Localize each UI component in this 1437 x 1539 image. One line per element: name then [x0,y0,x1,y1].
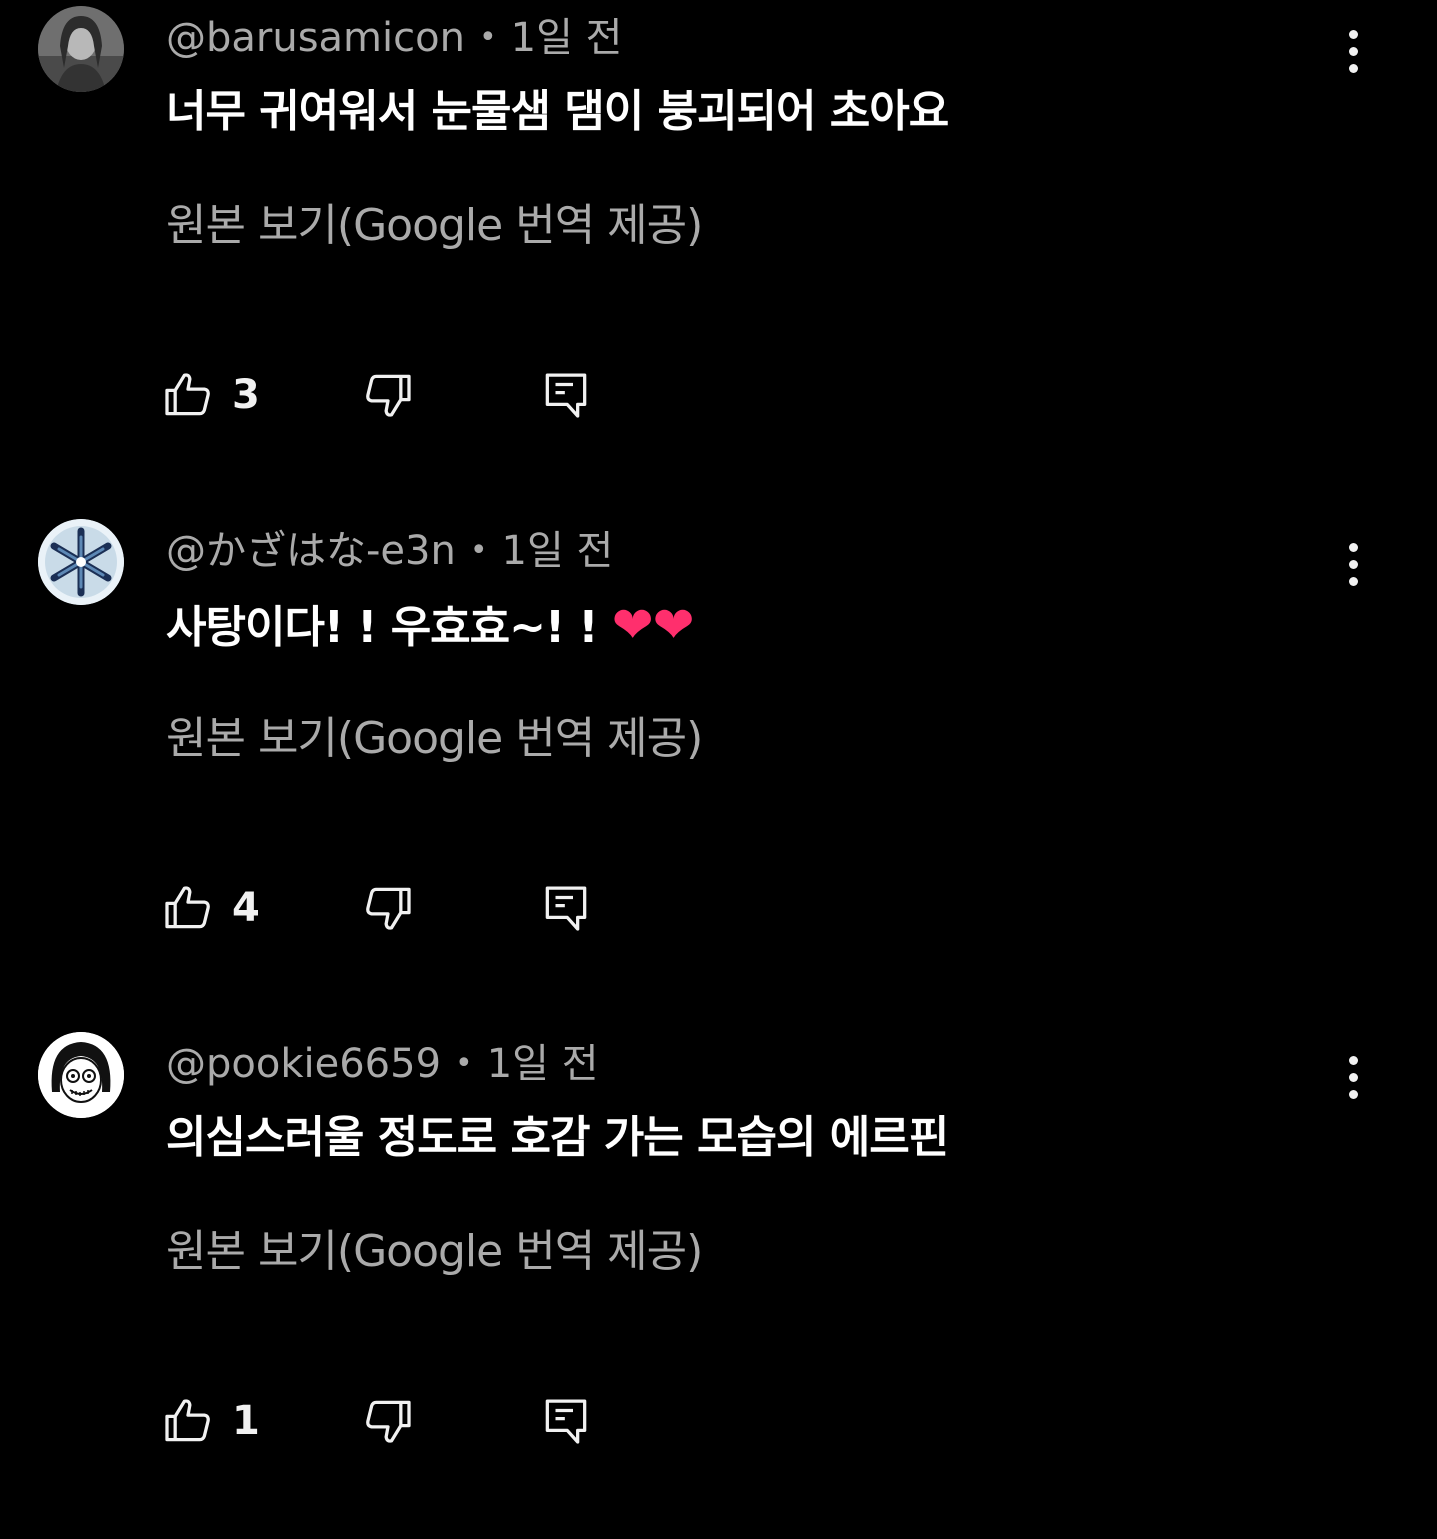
comment-time: 1일 전 [486,1041,599,1087]
avatar-snowflake-icon [38,519,124,605]
like-button[interactable]: 3 [160,360,260,430]
like-count: 1 [232,1398,260,1444]
comment-time: 1일 전 [501,528,614,574]
reply-comment-icon [545,1399,587,1444]
see-original-link[interactable]: 원본 보기(Google 번역 제공) [166,709,703,769]
reply-comment-icon [545,373,587,418]
comment-meta: @pookie6659 • 1일 전 [166,1038,599,1090]
thumbs-down-icon [366,374,411,417]
comment-author[interactable]: @barusamicon [166,15,465,61]
reply-button[interactable] [538,360,594,430]
comment-actions: 1 [160,1386,660,1456]
avatar[interactable] [38,6,124,92]
meta-separator: • [469,533,488,568]
thumbs-up-icon [165,886,210,929]
comment-author[interactable]: @pookie6659 [166,1041,441,1087]
comment-actions: 3 [160,360,660,430]
comment-item: @barusamicon • 1일 전 너무 귀여워서 눈물샘 댐이 붕괴되어 초아… [0,0,1437,513]
avatar[interactable] [38,519,124,605]
meta-separator: • [478,20,497,55]
see-original-link[interactable]: 원본 보기(Google 번역 제공) [166,196,703,256]
comment-time: 1일 전 [510,15,623,61]
comment-text: 너무 귀여워서 눈물샘 댐이 붕괴되어 초아요 [166,86,949,137]
like-button[interactable]: 1 [160,1386,260,1456]
reply-button[interactable] [538,873,594,943]
comment-text-body: 사탕이다! ! 우효효~! ! [166,602,598,653]
comment-item: @かざはな-e3n • 1일 전 사탕이다! ! 우효효~! ! ❤❤ 원본 보기(… [0,513,1437,1026]
reply-button[interactable] [538,1386,594,1456]
meta-separator: • [455,1046,473,1081]
dislike-button[interactable] [360,1386,416,1456]
dislike-button[interactable] [360,873,416,943]
like-count: 4 [232,885,260,931]
comment-item: @pookie6659 • 1일 전 의심스러울 정도로 호감 가는 모습의 에르핀… [0,1026,1437,1539]
heart-emoji: ❤❤ [611,596,695,654]
more-vert-icon[interactable] [1322,20,1384,82]
like-count: 3 [232,372,260,418]
thumbs-up-icon [165,373,210,416]
see-original-link[interactable]: 원본 보기(Google 번역 제공) [166,1222,703,1282]
comment-meta: @かざはな-e3n • 1일 전 [166,525,613,577]
more-vert-icon[interactable] [1322,533,1384,595]
comment-author[interactable]: @かざはな-e3n [166,528,456,574]
like-button[interactable]: 4 [160,873,260,943]
avatar[interactable] [38,1032,124,1118]
avatar-cartoon-face-icon [38,1032,124,1118]
avatar-portrait-icon [38,6,124,92]
dislike-button[interactable] [360,360,416,430]
comment-meta: @barusamicon • 1일 전 [166,12,622,64]
comment-actions: 4 [160,873,660,943]
more-vert-icon[interactable] [1322,1046,1384,1108]
comment-text: 의심스러울 정도로 호감 가는 모습의 에르핀 [166,1112,949,1163]
thumbs-down-icon [366,1400,411,1443]
reply-comment-icon [545,886,587,931]
comment-text: 사탕이다! ! 우효효~! ! ❤❤ [166,595,695,655]
thumbs-up-icon [165,1399,210,1442]
thumbs-down-icon [366,887,411,930]
